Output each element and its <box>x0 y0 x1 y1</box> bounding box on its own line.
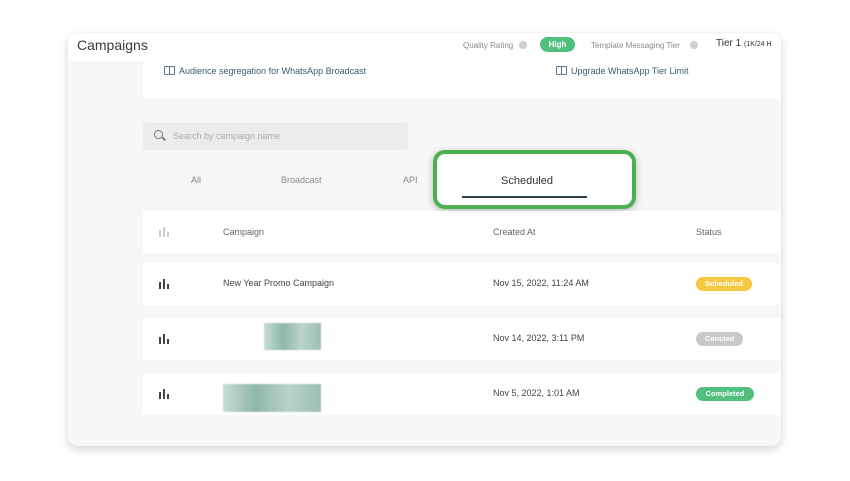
page-title: Campaigns <box>77 37 148 53</box>
analytics-icon <box>159 227 170 237</box>
status-badge: Completed <box>696 387 754 401</box>
tier-limit: (1K/24 H <box>743 41 772 48</box>
tab-api[interactable]: API <box>403 175 418 185</box>
quality-rating-badge: High <box>540 37 575 52</box>
column-header-campaign: Campaign <box>223 227 265 237</box>
link-label: Audience segregation for WhatsApp Broadc… <box>179 66 367 76</box>
table-row[interactable]: New Year Promo Campaign Nov 15, 2022, 11… <box>143 263 781 305</box>
info-icon[interactable] <box>690 41 698 49</box>
created-at: Nov 14, 2022, 3:11 PM <box>493 333 585 343</box>
analytics-icon[interactable] <box>159 389 170 399</box>
search-icon <box>154 130 163 139</box>
quality-rating-label: Quality Rating <box>463 41 514 50</box>
tab-scheduled[interactable]: Scheduled <box>433 150 636 209</box>
table-row[interactable]: Nov 5, 2022, 1:01 AM Completed <box>143 373 781 415</box>
table-row[interactable]: Nov 14, 2022, 3:11 PM Cancled <box>143 318 781 360</box>
tier-label: Template Messaging Tier <box>591 41 680 50</box>
search-box <box>143 123 408 150</box>
help-links: Audience segregation for WhatsApp Broadc… <box>143 61 781 99</box>
analytics-icon[interactable] <box>159 279 170 289</box>
redacted-campaign-name <box>264 323 321 350</box>
audience-segregation-link[interactable]: Audience segregation for WhatsApp Broadc… <box>164 66 366 76</box>
status-badge: Scheduled <box>696 277 752 291</box>
column-header-created-at: Created At <box>493 227 536 237</box>
search-input[interactable] <box>173 127 398 145</box>
tab-all[interactable]: All <box>191 175 201 185</box>
link-label: Upgrade WhatsApp Tier Limit <box>571 66 689 76</box>
column-header-status: Status <box>696 227 722 237</box>
redacted-campaign-name <box>223 384 321 412</box>
tier-name: Tier 1 <box>716 38 742 49</box>
book-icon <box>164 66 175 75</box>
status-badge: Cancled <box>696 332 743 346</box>
tab-scheduled-label: Scheduled <box>501 175 553 187</box>
created-at: Nov 5, 2022, 1:01 AM <box>493 388 580 398</box>
book-icon <box>556 66 567 75</box>
table-header: Campaign Created At Status <box>143 211 781 253</box>
top-bar: Campaigns Quality Rating High Template M… <box>68 33 781 61</box>
info-icon[interactable] <box>519 41 527 49</box>
upgrade-tier-link[interactable]: Upgrade WhatsApp Tier Limit <box>556 66 689 76</box>
analytics-icon[interactable] <box>159 334 170 344</box>
tier-value: Tier 1 (1K/24 H <box>716 38 772 49</box>
created-at: Nov 15, 2022, 11:24 AM <box>493 278 589 288</box>
campaign-name[interactable]: New Year Promo Campaign <box>223 278 334 288</box>
campaigns-panel: Campaigns Quality Rating High Template M… <box>68 33 781 446</box>
active-tab-indicator <box>462 196 587 198</box>
tab-broadcast[interactable]: Broadcast <box>281 175 322 185</box>
